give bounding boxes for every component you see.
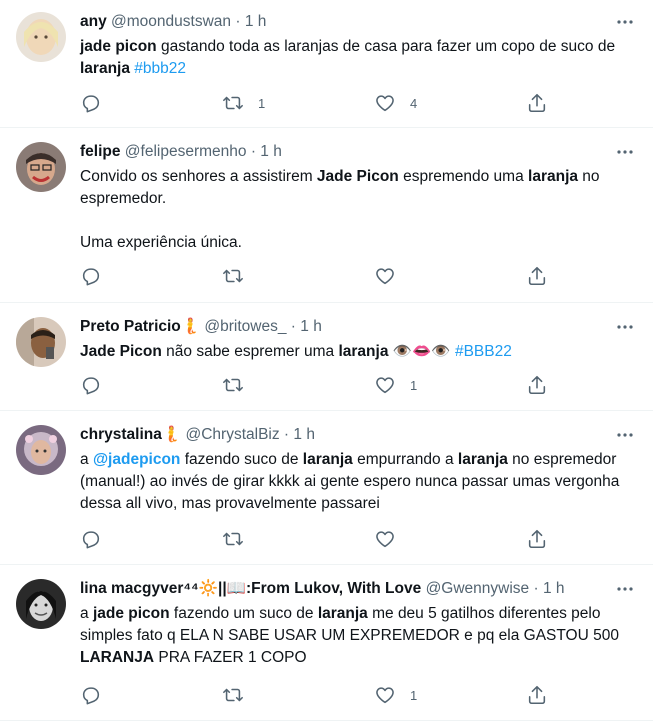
- retweet-icon: [223, 532, 243, 546]
- retweet-icon: [223, 378, 243, 392]
- heart-icon: [376, 531, 394, 548]
- like-button[interactable]: 1: [374, 373, 417, 397]
- timestamp[interactable]: 1 h: [260, 143, 282, 160]
- tweet-text: a @jadepicon fazendo suco de laranja emp…: [80, 451, 620, 513]
- tweet-header: Preto Patricio🧜 @britowes_ · 1 h: [80, 318, 322, 336]
- tweet-actions: 1: [80, 683, 550, 707]
- retweet-button[interactable]: [222, 527, 258, 551]
- tweet-actions: 1: [80, 373, 550, 397]
- retweet-button[interactable]: 1: [222, 91, 265, 115]
- like-button[interactable]: 1: [374, 683, 417, 707]
- retweet-icon: [223, 96, 243, 110]
- like-button[interactable]: 4: [374, 91, 417, 115]
- share-icon: [528, 93, 546, 113]
- reply-icon: [82, 95, 100, 113]
- share-button[interactable]: [526, 683, 548, 707]
- user-handle[interactable]: @Gwennywise: [426, 580, 530, 597]
- tweet[interactable]: any @moondustswan · 1 h jade picon gasta…: [0, 0, 653, 128]
- tweet-text: a jade picon fazendo um suco de laranja …: [80, 605, 619, 666]
- reply-button[interactable]: [80, 527, 116, 551]
- share-icon: [528, 375, 546, 395]
- share-button[interactable]: [526, 264, 548, 288]
- heart-icon: [376, 268, 394, 285]
- tweet-header: lina macgyver⁴⁴🔆||📖:From Lukov, With Lov…: [80, 580, 565, 597]
- mermaid-emoji: 🧜: [180, 318, 201, 335]
- user-handle[interactable]: @felipesermenho: [125, 143, 247, 160]
- mermaid-emoji: 🧜: [161, 426, 182, 443]
- tweet-header: felipe @felipesermenho · 1 h: [80, 143, 282, 160]
- share-button[interactable]: [526, 527, 548, 551]
- share-icon: [528, 685, 546, 705]
- user-handle[interactable]: @ChrystalBiz: [185, 426, 279, 443]
- tweet-text: jade picon gastando toda as laranjas de …: [80, 38, 616, 77]
- more-icon[interactable]: [615, 142, 635, 162]
- user-handle[interactable]: @moondustswan: [111, 13, 231, 30]
- tweet[interactable]: felipe @felipesermenho · 1 h Convido os …: [0, 128, 653, 303]
- display-name[interactable]: felipe: [80, 143, 120, 160]
- tweet-actions: 1 4: [80, 91, 550, 115]
- heart-icon: [376, 687, 394, 704]
- reply-button[interactable]: [80, 683, 116, 707]
- reply-icon: [82, 268, 100, 286]
- avatar[interactable]: [16, 579, 66, 629]
- timeline-feed: any @moondustswan · 1 h jade picon gasta…: [0, 0, 653, 721]
- retweet-button[interactable]: [222, 373, 258, 397]
- avatar[interactable]: [16, 142, 66, 192]
- reply-button[interactable]: [80, 264, 116, 288]
- heart-icon: [376, 377, 394, 394]
- share-button[interactable]: [526, 373, 548, 397]
- tweet-text: Jade Picon não sabe espremer uma laranja…: [80, 343, 512, 361]
- timestamp[interactable]: 1 h: [300, 318, 322, 335]
- like-button[interactable]: [374, 527, 410, 551]
- display-name[interactable]: chrystalina: [80, 426, 162, 443]
- reply-icon: [82, 531, 100, 549]
- avatar[interactable]: [16, 12, 66, 62]
- tweet[interactable]: chrystalina🧜 @ChrystalBiz · 1 h a @jadep…: [0, 411, 653, 565]
- like-button[interactable]: [374, 264, 410, 288]
- reply-icon: [82, 377, 100, 395]
- more-icon[interactable]: [615, 425, 635, 445]
- retweet-icon: [223, 688, 243, 702]
- reply-button[interactable]: [80, 373, 116, 397]
- share-icon: [528, 529, 546, 549]
- user-handle[interactable]: @britowes_: [204, 318, 286, 335]
- timestamp[interactable]: 1 h: [543, 580, 565, 597]
- avatar[interactable]: [16, 317, 66, 367]
- display-name[interactable]: lina macgyver⁴⁴🔆||📖:From Lukov, With Lov…: [80, 580, 421, 597]
- tweet-text: Convido os senhores a assistirem Jade Pi…: [80, 168, 600, 251]
- tweet-header: chrystalina🧜 @ChrystalBiz · 1 h: [80, 426, 315, 444]
- reply-icon: [82, 687, 100, 705]
- share-icon: [528, 266, 546, 286]
- more-icon[interactable]: [615, 317, 635, 337]
- tweet[interactable]: lina macgyver⁴⁴🔆||📖:From Lukov, With Lov…: [0, 565, 653, 721]
- reply-button[interactable]: [80, 91, 116, 115]
- retweet-button[interactable]: [222, 264, 258, 288]
- tweet-header: any @moondustswan · 1 h: [80, 13, 267, 30]
- tweet[interactable]: Preto Patricio🧜 @britowes_ · 1 h Jade Pi…: [0, 303, 653, 411]
- timestamp[interactable]: 1 h: [245, 13, 267, 30]
- more-icon[interactable]: [615, 579, 635, 599]
- display-name[interactable]: any: [80, 13, 107, 30]
- heart-icon: [376, 95, 394, 112]
- retweet-icon: [223, 269, 243, 283]
- share-button[interactable]: [526, 91, 548, 115]
- tweet-actions: [80, 264, 550, 288]
- avatar[interactable]: [16, 425, 66, 475]
- tweet-actions: [80, 527, 550, 551]
- retweet-button[interactable]: [222, 683, 258, 707]
- timestamp[interactable]: 1 h: [293, 426, 315, 443]
- display-name[interactable]: Preto Patricio: [80, 318, 181, 335]
- more-icon[interactable]: [615, 12, 635, 32]
